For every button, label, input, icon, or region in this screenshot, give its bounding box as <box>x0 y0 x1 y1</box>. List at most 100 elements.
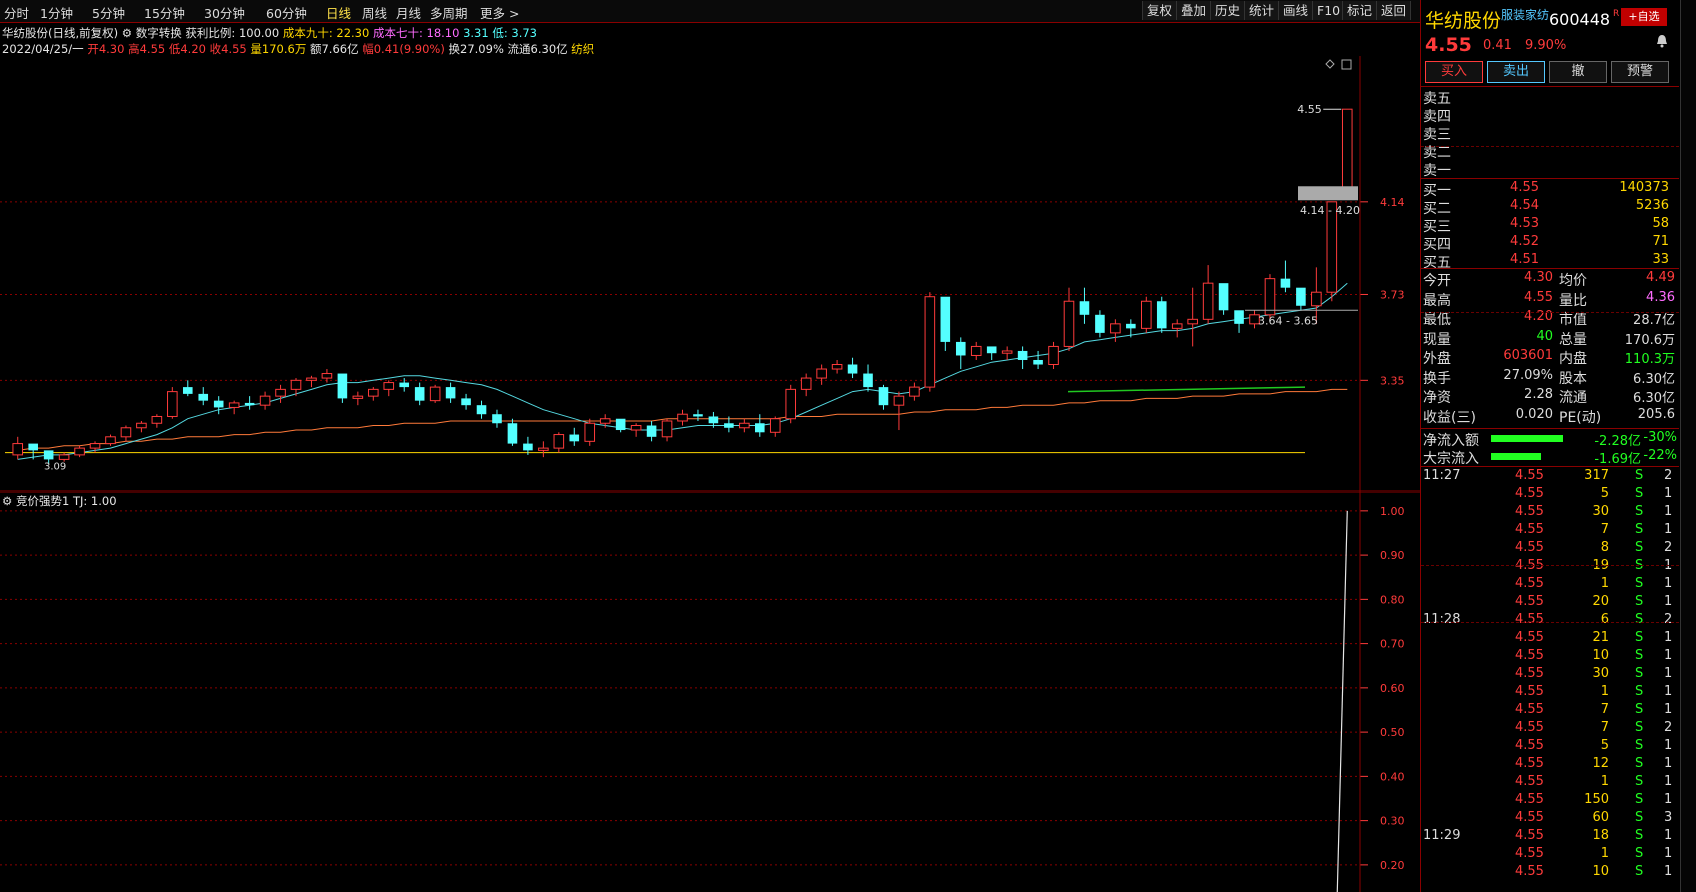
candle-body <box>1110 323 1121 334</box>
adjust-button[interactable]: 复权 <box>1142 1 1178 20</box>
ask-label: 卖四 <box>1423 109 1451 125</box>
trade-count: 1 <box>1664 846 1673 861</box>
trade-volume: 1 <box>1600 576 1609 591</box>
candle <box>429 384 441 403</box>
bid-row[interactable]: 买二 4.54 5236 <box>1421 198 1679 217</box>
ask-row[interactable]: 卖三 <box>1421 124 1679 143</box>
industry-tag: 纺织 <box>571 42 595 56</box>
trade-divider <box>1421 622 1679 623</box>
sub-y-tick-label: 0.20 <box>1380 859 1405 872</box>
tf-5min[interactable]: 5分钟 <box>92 3 125 22</box>
trade-count: 1 <box>1664 576 1673 591</box>
candle-body <box>244 402 255 406</box>
right-side-tabs[interactable] <box>1680 0 1696 892</box>
candle-body <box>352 395 364 399</box>
trade-row: 4.55 1 S 1 <box>1421 576 1679 594</box>
ask-label: 卖一 <box>1423 163 1451 179</box>
stat-value: 110.3万 <box>1624 352 1675 367</box>
bid-row[interactable]: 买四 4.52 71 <box>1421 234 1679 253</box>
bid-volume: 5236 <box>1635 198 1669 213</box>
stock-industry[interactable]: 服装家纺 <box>1501 6 1549 23</box>
timeframe-toolbar: 分时 1分钟 5分钟 15分钟 30分钟 60分钟 日线 周线 月线 多周期 更… <box>0 0 1420 23</box>
trade-side: S <box>1635 864 1644 879</box>
candle <box>1079 287 1090 324</box>
trade-row: 4.55 60 S 3 <box>1421 810 1679 828</box>
candle <box>970 341 982 360</box>
candle <box>120 425 132 442</box>
tf-weekly[interactable]: 周线 <box>362 3 387 22</box>
trade-volume: 18 <box>1592 828 1609 843</box>
trade-price: 4.55 <box>1515 612 1544 627</box>
bid-row[interactable]: 买一 4.55 140373 <box>1421 180 1679 199</box>
tf-30min[interactable]: 30分钟 <box>204 3 245 22</box>
trade-price: 4.55 <box>1515 810 1544 825</box>
candle-body <box>800 377 812 390</box>
stat-label: 内盘 <box>1559 351 1587 367</box>
trade-count: 1 <box>1664 522 1673 537</box>
candle-body <box>630 425 642 431</box>
buy-button[interactable]: 买入 <box>1425 61 1483 83</box>
candle <box>800 373 812 397</box>
trade-row: 4.55 1 S 1 <box>1421 774 1679 792</box>
bid-row[interactable]: 买三 4.53 58 <box>1421 216 1679 235</box>
candle-body <box>924 296 936 388</box>
candle <box>615 418 626 433</box>
candle <box>831 359 843 374</box>
candle <box>893 391 905 431</box>
f10-button[interactable]: F10 <box>1312 1 1346 20</box>
back-button[interactable]: 返回 <box>1376 1 1412 20</box>
tf-15min[interactable]: 15分钟 <box>144 3 185 22</box>
trade-price: 4.55 <box>1515 792 1544 807</box>
candle <box>739 418 750 433</box>
sub-indicator-chart[interactable]: 1.00 0.90 0.80 0.70 0.60 0.50 0.40 0.30 0.20 <box>0 492 1420 892</box>
ask-row[interactable]: 卖二 <box>1421 142 1679 161</box>
draw-button[interactable]: 画线 <box>1278 1 1314 20</box>
candle-body <box>429 386 441 402</box>
trade-row: 4.55 7 S 1 <box>1421 702 1679 720</box>
candle <box>306 375 317 388</box>
history-button[interactable]: 历史 <box>1210 1 1246 20</box>
candle <box>368 387 379 401</box>
candle-body <box>12 443 24 456</box>
high-annotation: 4.55 <box>1297 103 1322 116</box>
trade-price: 4.55 <box>1515 756 1544 771</box>
trade-volume: 5 <box>1600 486 1609 501</box>
tf-more[interactable]: 更多 > <box>480 3 519 22</box>
mark-button[interactable]: 标记 <box>1342 1 1378 20</box>
candlestick-chart[interactable]: 4.14 3.73 3.35 4.55 4.14 - 4.20 3.64 - 3.65 3.… <box>0 56 1420 492</box>
tf-multi[interactable]: 多周期 <box>430 3 468 22</box>
sell-button[interactable]: 卖出 <box>1487 61 1545 83</box>
settings-icon[interactable]: ⚙ <box>122 26 132 40</box>
ask-row[interactable]: 卖一 <box>1421 160 1679 179</box>
trade-row: 4.55 5 S 1 <box>1421 738 1679 756</box>
ask-row[interactable]: 卖四 <box>1421 106 1679 125</box>
trade-volume: 6 <box>1600 612 1609 627</box>
tf-1min[interactable]: 1分钟 <box>40 3 73 22</box>
chip-range-box <box>1298 186 1358 201</box>
candle <box>693 409 703 421</box>
tf-daily[interactable]: 日线 <box>326 3 351 22</box>
trade-volume: 20 <box>1592 594 1609 609</box>
candle-body <box>1079 301 1090 315</box>
indicator-name[interactable]: 数字转换 <box>136 26 182 40</box>
tf-monthly[interactable]: 月线 <box>396 3 421 22</box>
trade-count: 2 <box>1664 540 1673 555</box>
add-favorite-button[interactable]: +自选 <box>1621 8 1667 26</box>
ask-row[interactable]: 卖五 <box>1421 88 1679 107</box>
tf-60min[interactable]: 60分钟 <box>266 3 307 22</box>
overlay-button[interactable]: 叠加 <box>1176 1 1212 20</box>
cancel-order-button[interactable]: 撤 <box>1549 61 1607 83</box>
bell-icon[interactable] <box>1655 34 1669 48</box>
profit-ratio: 获利比例: 100.00 <box>185 26 280 40</box>
candle-body <box>275 388 286 397</box>
bar-amount: 额7.66亿 <box>309 42 359 56</box>
trade-count: 1 <box>1664 774 1673 789</box>
trade-side: S <box>1635 468 1644 483</box>
candle <box>414 382 425 406</box>
chip-range-label: 4.14 - 4.20 <box>1300 204 1360 217</box>
flow-label: 大宗流入 <box>1423 451 1479 467</box>
alert-button[interactable]: 预警 <box>1611 61 1669 83</box>
candle-body <box>615 418 626 431</box>
tf-intraday[interactable]: 分时 <box>4 3 29 22</box>
stats-button[interactable]: 统计 <box>1244 1 1280 20</box>
